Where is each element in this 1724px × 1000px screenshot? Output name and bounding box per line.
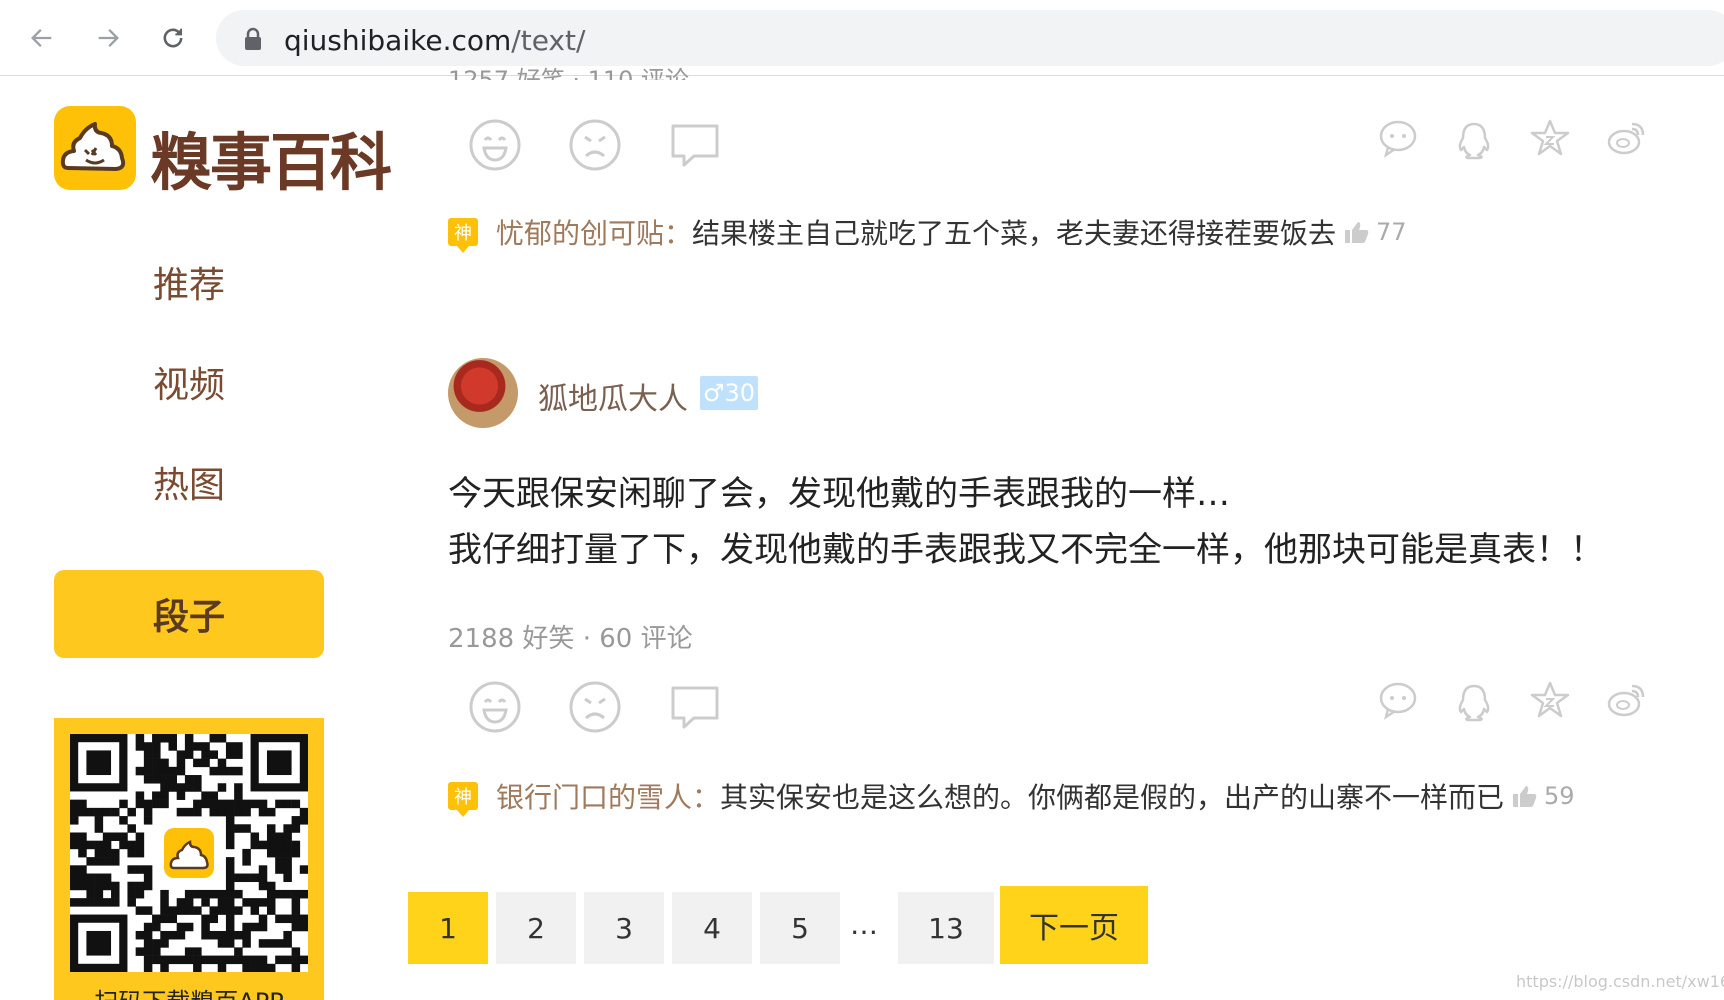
author-name[interactable]: 狐地瓜大人: [538, 374, 688, 418]
pagination-ellipsis: …: [850, 908, 878, 941]
joke-line: 我仔细打量了下，发现他戴的手表跟我又不完全一样，他那块可能是真表！！: [448, 530, 1604, 570]
dislike-icon[interactable]: [568, 680, 622, 734]
prev-god-comment: 神 忧郁的创可贴： 结果楼主自己就吃了五个菜，老夫妻还得接茬要饭去 77: [448, 212, 1407, 253]
joke-content[interactable]: 今天跟保安闲聊了会，发现他戴的手表跟我的一样… 我仔细打量了下，发现他戴的手表跟…: [448, 466, 1604, 578]
thumbs-up-icon: [1345, 222, 1369, 243]
address-bar[interactable]: qiushibaike.com/text/: [216, 10, 1724, 66]
comment-username[interactable]: 忧郁的创可贴：: [496, 212, 692, 252]
comment-like-count: 77: [1376, 218, 1407, 246]
page-5-button[interactable]: 5: [760, 892, 840, 964]
logo-wordmark[interactable]: 糗事百科: [150, 112, 392, 202]
qq-share-icon[interactable]: [1454, 120, 1494, 160]
lock-icon: [245, 27, 261, 50]
page-3-button[interactable]: 3: [584, 892, 664, 964]
page-1-button[interactable]: 1: [408, 892, 488, 964]
post-stats: 2188 好笑 · 60 评论: [448, 624, 693, 654]
comment-like-count: 59: [1544, 782, 1575, 810]
sidebar-item-jokes[interactable]: 段子: [54, 570, 324, 658]
weibo-share-icon[interactable]: [1606, 118, 1646, 158]
comment-icon[interactable]: [668, 680, 722, 734]
logo-icon[interactable]: [54, 106, 136, 190]
post-actions: [468, 680, 1668, 736]
next-page-button[interactable]: 下一页: [1000, 886, 1148, 964]
arrow-left-icon: [31, 29, 52, 47]
watermark: https://blog.csdn.net/xw1680: [1516, 972, 1724, 991]
comment-username[interactable]: 银行门口的雪人：: [496, 776, 720, 816]
gender-age-badge: ♂30: [700, 376, 758, 410]
page-last-button[interactable]: 13: [898, 892, 994, 964]
avatar[interactable]: [448, 358, 518, 428]
back-button[interactable]: [22, 18, 62, 58]
comment-text: 其实保安也是这么想的。你俩都是假的，出产的山寨不一样而已: [720, 781, 1505, 814]
forward-button[interactable]: [88, 18, 128, 58]
comment-text: 结果楼主自己就吃了五个菜，老夫妻还得接茬要饭去: [692, 217, 1337, 250]
star-favorite-icon[interactable]: [1530, 118, 1570, 158]
app-download-qr: 扫码下载糗百APP: [54, 718, 324, 1000]
url-text: qiushibaike.com/text/: [284, 24, 585, 57]
prev-post-actions: [468, 118, 1668, 174]
comment-like-button[interactable]: 77: [1344, 218, 1407, 246]
reload-icon: [163, 28, 183, 48]
browser-toolbar: qiushibaike.com/text/: [0, 0, 1724, 76]
sidebar-item-hot-images[interactable]: 热图: [54, 438, 324, 526]
comment-like-button[interactable]: 59: [1512, 782, 1575, 810]
qr-caption: 扫码下载糗百APP: [54, 982, 324, 1000]
god-comment-badge: 神: [448, 782, 478, 817]
sidebar-item-video[interactable]: 视频: [54, 338, 324, 426]
qq-share-icon[interactable]: [1454, 682, 1494, 722]
laugh-icon[interactable]: [468, 680, 522, 734]
prev-post-stats: 1257 好笑 · 110 评论: [448, 66, 690, 80]
dislike-icon[interactable]: [568, 118, 622, 172]
comment-icon[interactable]: [668, 118, 722, 172]
wechat-share-icon[interactable]: [1378, 118, 1418, 158]
wechat-share-icon[interactable]: [1378, 680, 1418, 720]
god-comment-badge: 神: [448, 218, 478, 253]
arrow-right-icon: [98, 29, 119, 47]
page-4-button[interactable]: 4: [672, 892, 752, 964]
url-host: qiushibaike.com: [284, 24, 512, 57]
thumbs-up-icon: [1513, 786, 1537, 807]
laugh-icon[interactable]: [468, 118, 522, 172]
weibo-share-icon[interactable]: [1606, 680, 1646, 720]
joke-line: 今天跟保安闲聊了会，发现他戴的手表跟我的一样…: [448, 474, 1230, 514]
sidebar-item-recommend[interactable]: 推荐: [54, 238, 324, 326]
page-2-button[interactable]: 2: [496, 892, 576, 964]
post-god-comment: 神 银行门口的雪人： 其实保安也是这么想的。你俩都是假的，出产的山寨不一样而已 …: [448, 776, 1575, 817]
star-favorite-icon[interactable]: [1530, 680, 1570, 720]
url-path: /text/: [511, 24, 586, 57]
qr-code-icon: [70, 734, 309, 973]
reload-button[interactable]: [153, 18, 193, 58]
